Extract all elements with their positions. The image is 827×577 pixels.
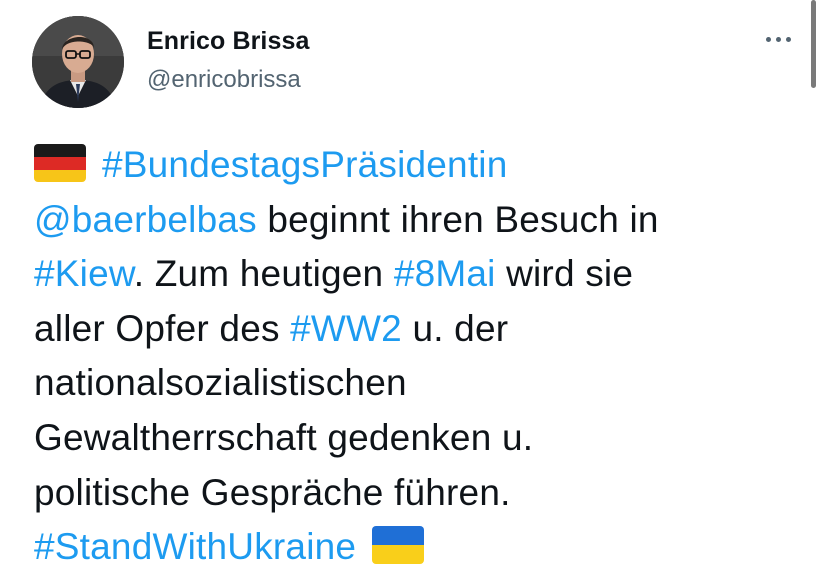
tweet-text-segment: aller Opfer des xyxy=(34,307,291,349)
tweet-card: Enrico Brissa @enricobrissa #BundestagsP… xyxy=(0,0,827,577)
more-options-icon-dot xyxy=(785,36,791,42)
hashtag-link[interactable]: #WW2 xyxy=(290,308,402,349)
tweet-text: #BundestagsPräsidentin @baerbelbas begin… xyxy=(34,138,804,575)
ukraine-flag-icon xyxy=(372,526,425,565)
germany-flag-icon xyxy=(34,144,86,183)
tweet-line: Gewaltherrschaft gedenken u. xyxy=(34,411,804,466)
hashtag-link[interactable]: #BundestagsPräsidentin xyxy=(102,144,508,185)
more-options-icon xyxy=(765,36,771,42)
tweet-line: #StandWithUkraine xyxy=(34,520,804,575)
tweet-line: politische Gespräche führen. xyxy=(34,466,804,521)
more-options-icon-dot xyxy=(775,36,781,42)
tweet-line: @baerbelbas beginnt ihren Besuch in xyxy=(34,193,804,248)
tweet-text-segment: Gewaltherrschaft gedenken u. xyxy=(34,416,534,458)
tweet-text-segment: nationalsozialistischen xyxy=(34,362,407,404)
tweet-text-segment: beginnt ihren Besuch in xyxy=(256,198,659,240)
tweet-line: aller Opfer des #WW2 u. der xyxy=(34,302,804,357)
tweet-line: nationalsozialistischen xyxy=(34,356,804,411)
scrollbar[interactable] xyxy=(811,0,816,88)
tweet-line: #BundestagsPräsidentin xyxy=(34,138,804,193)
author-handle[interactable]: @enricobrissa xyxy=(147,66,301,94)
more-options-button[interactable] xyxy=(756,24,800,54)
mention-link[interactable]: @baerbelbas xyxy=(34,199,257,240)
avatar[interactable] xyxy=(32,16,124,108)
tweet-text-segment: wird sie xyxy=(495,253,634,295)
hashtag-link[interactable]: #Kiew xyxy=(34,253,134,294)
tweet-text-segment: u. der xyxy=(401,307,509,349)
hashtag-link[interactable]: #8Mai xyxy=(394,253,496,294)
author-name[interactable]: Enrico Brissa xyxy=(147,27,309,56)
tweet-text-segment: politische Gespräche führen. xyxy=(34,471,511,513)
avatar-photo xyxy=(32,16,124,108)
tweet-line: #Kiew. Zum heutigen #8Mai wird sie xyxy=(34,247,804,302)
hashtag-link[interactable]: #StandWithUkraine xyxy=(34,526,356,567)
tweet-text-segment: . Zum heutigen xyxy=(133,253,394,295)
